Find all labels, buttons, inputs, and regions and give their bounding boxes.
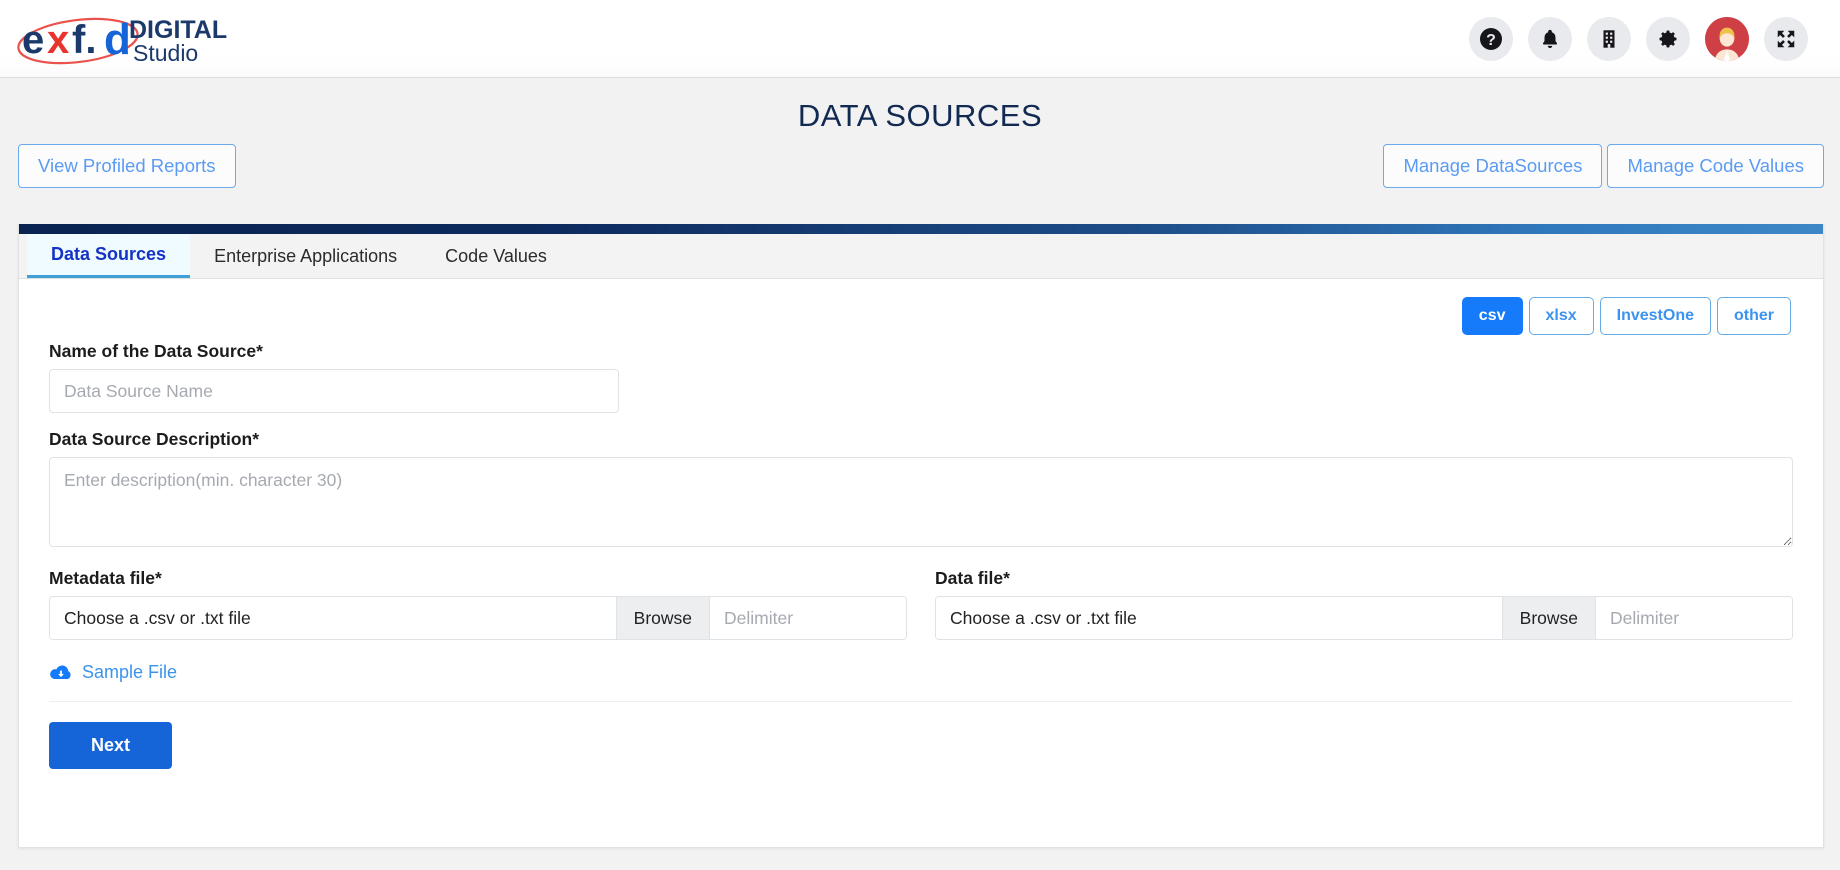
file-type-investone-button[interactable]: InvestOne	[1599, 297, 1711, 335]
svg-text:e: e	[22, 18, 44, 62]
metadata-file-label: Metadata file*	[49, 568, 162, 588]
app-logo[interactable]: e x f. d DIGITAL Studio	[10, 11, 246, 67]
data-source-description-label: Data Source Description*	[49, 429, 260, 449]
form-footer: Next	[49, 702, 1793, 769]
data-file-group: Data file* Choose a .csv or .txt file Br…	[935, 568, 1793, 640]
data-delimiter-input[interactable]	[1596, 597, 1792, 639]
file-type-selector: csv xlsx InvestOne other	[49, 297, 1793, 335]
svg-text:f.: f.	[72, 18, 96, 62]
file-type-csv-button[interactable]: csv	[1461, 297, 1523, 335]
bell-glyph	[1542, 29, 1558, 48]
expand-arrows-glyph	[1777, 30, 1795, 47]
file-type-xlsx-button[interactable]: xlsx	[1528, 297, 1594, 335]
metadata-delimiter-input[interactable]	[710, 597, 906, 639]
data-source-description-textarea[interactable]	[49, 457, 1793, 547]
data-source-name-field-group: Name of the Data Source*	[49, 341, 1793, 413]
sample-file-row: Sample File	[49, 662, 1793, 702]
metadata-browse-button[interactable]: Browse	[615, 597, 710, 639]
manage-code-values-button[interactable]: Manage Code Values	[1607, 144, 1824, 188]
gear-glyph	[1659, 29, 1677, 48]
page-body: DATA SOURCES View Profiled Reports Manag…	[0, 78, 1840, 870]
header-icon-group: ?	[1469, 16, 1816, 61]
svg-text:?: ?	[1486, 32, 1496, 49]
data-source-name-input[interactable]	[49, 369, 619, 413]
file-type-other-button[interactable]: other	[1717, 297, 1791, 335]
card-accent-bar	[19, 224, 1823, 234]
sample-file-link[interactable]: Sample File	[82, 662, 177, 683]
data-sources-card: Data Sources Enterprise Applications Cod…	[18, 224, 1824, 848]
metadata-file-chooser-text[interactable]: Choose a .csv or .txt file	[50, 597, 616, 639]
data-source-form: csv xlsx InvestOne other Name of the Dat…	[19, 279, 1823, 769]
user-avatar-icon[interactable]	[1705, 16, 1749, 61]
data-file-chooser-text[interactable]: Choose a .csv or .txt file	[936, 597, 1502, 639]
avatar-glyph	[1705, 16, 1749, 61]
notifications-bell-icon[interactable]	[1528, 16, 1572, 61]
right-action-group: Manage DataSources Manage Code Values	[1383, 144, 1824, 188]
tab-bar: Data Sources Enterprise Applications Cod…	[19, 234, 1823, 279]
data-file-label: Data file*	[935, 568, 1010, 588]
tab-data-sources[interactable]: Data Sources	[27, 234, 191, 278]
next-button[interactable]: Next	[49, 722, 173, 769]
fullscreen-expand-icon[interactable]	[1764, 16, 1808, 61]
data-browse-button[interactable]: Browse	[1501, 597, 1596, 639]
settings-gear-icon[interactable]	[1646, 16, 1690, 61]
data-source-description-field-group: Data Source Description*	[49, 429, 1793, 552]
svg-text:x: x	[47, 18, 69, 62]
organization-building-icon[interactable]	[1587, 16, 1631, 61]
view-profiled-reports-button[interactable]: View Profiled Reports	[18, 144, 236, 188]
page-action-row: View Profiled Reports Manage DataSources…	[0, 144, 1840, 200]
data-file-input-group: Choose a .csv or .txt file Browse	[935, 596, 1793, 640]
metadata-file-input-group: Choose a .csv or .txt file Browse	[49, 596, 907, 640]
app-header: e x f. d DIGITAL Studio ?	[0, 0, 1840, 78]
manage-datasources-button[interactable]: Manage DataSources	[1383, 144, 1603, 188]
svg-text:d: d	[104, 15, 131, 64]
help-icon[interactable]: ?	[1469, 16, 1513, 61]
metadata-file-group: Metadata file* Choose a .csv or .txt fil…	[49, 568, 907, 640]
tab-code-values[interactable]: Code Values	[421, 234, 571, 278]
logo-graphic: e x f. d DIGITAL Studio	[17, 15, 227, 66]
file-upload-row: Metadata file* Choose a .csv or .txt fil…	[49, 568, 1793, 640]
help-circle-glyph: ?	[1480, 27, 1502, 50]
building-glyph	[1603, 29, 1615, 48]
data-source-name-label: Name of the Data Source*	[49, 341, 263, 361]
cloud-download-icon[interactable]	[49, 663, 73, 683]
tab-enterprise-applications[interactable]: Enterprise Applications	[190, 234, 421, 278]
page-title: DATA SOURCES	[797, 98, 1043, 133]
left-action-group: View Profiled Reports	[18, 144, 236, 188]
svg-text:Studio: Studio	[133, 40, 198, 66]
